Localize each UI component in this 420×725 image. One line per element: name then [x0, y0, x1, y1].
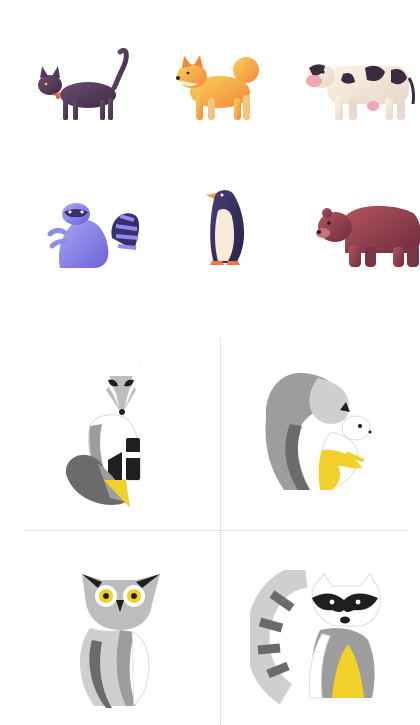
animal-icon-sheet [0, 0, 420, 725]
raccoon-mono-tile [250, 570, 390, 705]
shiba-dog-icon [176, 55, 259, 120]
cat-tile [28, 40, 138, 125]
cat-icon [38, 48, 129, 120]
penguin-icon [206, 190, 245, 265]
fox-tile [60, 352, 170, 512]
owl-icon [79, 574, 160, 708]
bear-icon [316, 205, 420, 267]
squirrel-icon [265, 372, 372, 490]
cow-icon [306, 64, 415, 120]
raccoon-mono-icon [250, 570, 381, 705]
owl-tile [72, 568, 167, 713]
cow-tile [305, 48, 420, 128]
raccoon-icon [47, 203, 140, 268]
fox-icon [65, 356, 142, 508]
dog-tile [168, 40, 268, 125]
grid-divider-horizontal [25, 530, 410, 531]
grid-divider-vertical [220, 338, 221, 725]
penguin-tile [200, 185, 252, 270]
squirrel-tile [258, 370, 378, 500]
raccoon-color-tile [42, 198, 142, 270]
bear-tile [315, 195, 420, 270]
